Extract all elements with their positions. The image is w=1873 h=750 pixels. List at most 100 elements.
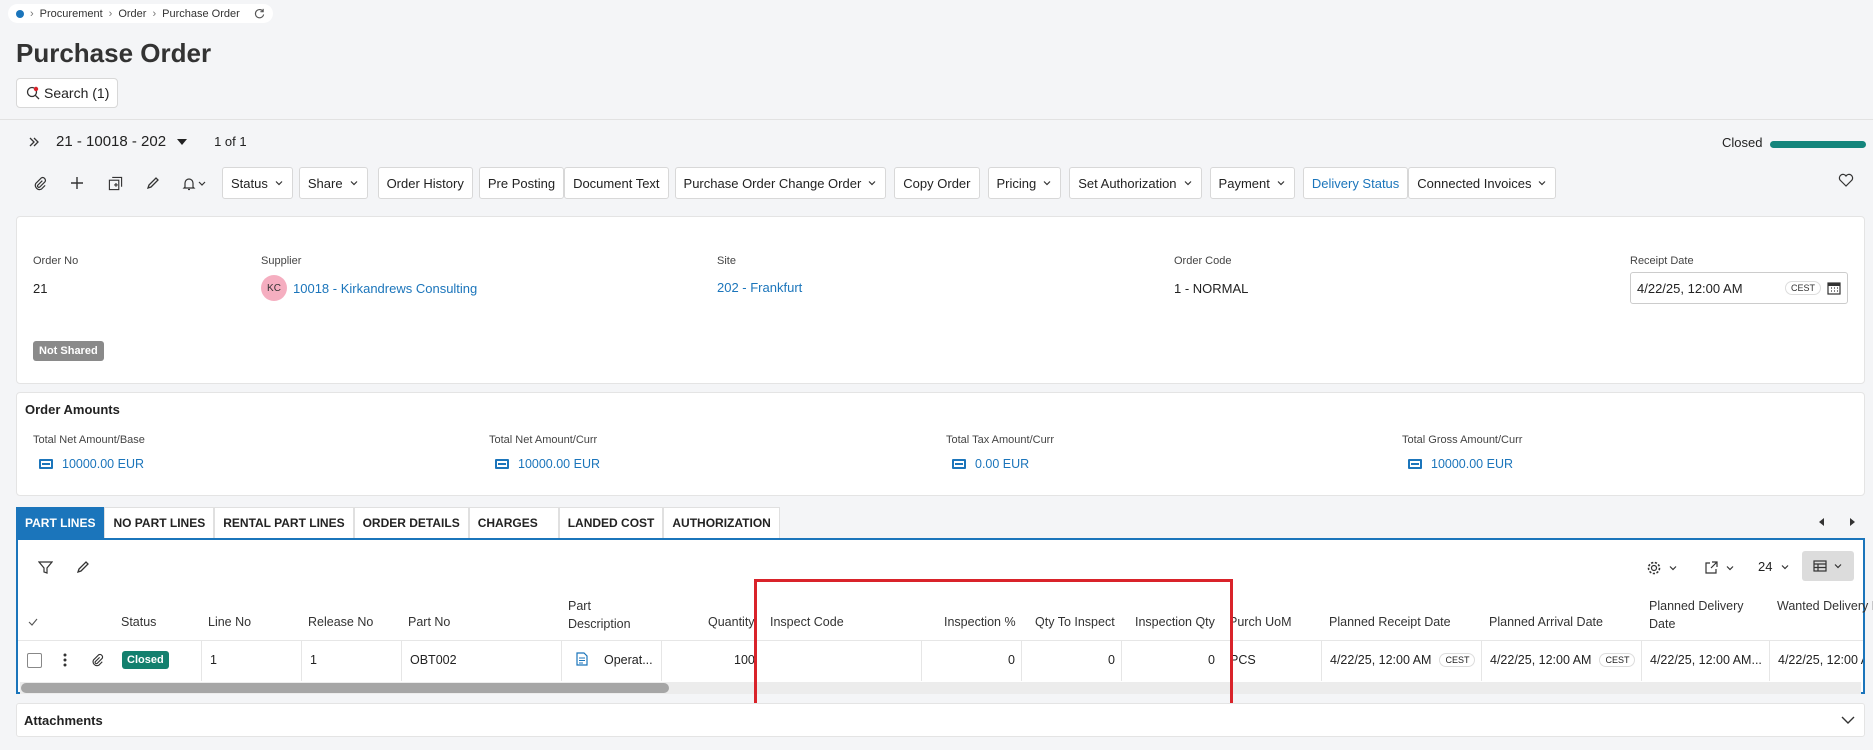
col-header-release-no[interactable]: Release No bbox=[308, 615, 373, 629]
tab-no-part-lines[interactable]: NO PART LINES bbox=[104, 507, 215, 538]
export-menu[interactable] bbox=[1704, 560, 1735, 575]
supplier-link[interactable]: 10018 - Kirkandrews Consulting bbox=[293, 281, 477, 296]
share-button[interactable]: Share bbox=[298, 167, 368, 199]
tab-scroll-right-icon[interactable] bbox=[1848, 517, 1856, 527]
supplier-label: Supplier bbox=[261, 255, 302, 267]
site-link[interactable]: 202 - Frankfurt bbox=[717, 280, 802, 295]
edit-icon[interactable] bbox=[134, 167, 172, 199]
change-order-button[interactable]: Purchase Order Change Order bbox=[674, 167, 887, 199]
col-header-part-no[interactable]: Part No bbox=[408, 615, 450, 629]
chevron-down-icon bbox=[1782, 564, 1789, 569]
filter-icon[interactable] bbox=[38, 560, 53, 575]
delivery-status-button[interactable]: Delivery Status bbox=[1302, 167, 1409, 199]
document-text-button[interactable]: Document Text bbox=[564, 167, 669, 199]
status-badge: Closed bbox=[122, 651, 169, 669]
cell-line-no: 1 bbox=[210, 653, 217, 667]
connected-invoices-button[interactable]: Connected Invoices bbox=[1408, 167, 1557, 199]
detail-tabs: PART LINES NO PART LINES RENTAL PART LIN… bbox=[16, 507, 780, 538]
search-button[interactable]: Search (1) bbox=[16, 78, 118, 108]
caret-down-icon[interactable] bbox=[176, 138, 188, 146]
attachment-icon[interactable] bbox=[20, 167, 58, 199]
settings-menu[interactable] bbox=[1646, 560, 1678, 576]
more-options-icon[interactable] bbox=[63, 653, 67, 667]
total-gross-curr-value[interactable]: 10000.00 EUR bbox=[1431, 457, 1513, 471]
duplicate-icon[interactable] bbox=[96, 167, 134, 199]
breadcrumb-order[interactable]: Order bbox=[118, 8, 146, 20]
col-header-planned-arrival-date[interactable]: Planned Arrival Date bbox=[1489, 615, 1603, 629]
timezone-badge: CEST bbox=[1439, 653, 1476, 667]
cell-part-description: Operat... bbox=[604, 653, 653, 667]
page-size-select[interactable]: 24 bbox=[1758, 559, 1790, 574]
set-authorization-button[interactable]: Set Authorization bbox=[1069, 167, 1202, 199]
money-icon bbox=[39, 459, 53, 469]
expand-icon[interactable] bbox=[28, 136, 40, 148]
highlight-box bbox=[754, 579, 1233, 710]
col-header-part-description[interactable]: Part Description bbox=[568, 597, 648, 633]
site-label: Site bbox=[717, 255, 736, 267]
tab-charges[interactable]: CHARGES bbox=[468, 507, 559, 538]
breadcrumb-procurement[interactable]: Procurement bbox=[40, 8, 103, 20]
cell-planned-arrival-date: 4/22/25, 12:00 AM bbox=[1490, 653, 1592, 667]
attachment-icon[interactable] bbox=[90, 653, 104, 667]
record-count: 1 of 1 bbox=[214, 134, 247, 149]
copy-order-button[interactable]: Copy Order bbox=[894, 167, 980, 199]
edit-icon[interactable] bbox=[76, 560, 90, 574]
cell-planned-delivery-date: 4/22/25, 12:00 AM... bbox=[1650, 653, 1762, 667]
timezone-badge: CEST bbox=[1784, 281, 1821, 295]
tab-part-lines[interactable]: PART LINES bbox=[16, 507, 105, 538]
status-progress-bar bbox=[1770, 141, 1866, 148]
col-header-purch-uom[interactable]: Purch UoM bbox=[1229, 615, 1292, 629]
row-checkbox[interactable] bbox=[27, 653, 42, 668]
pricing-button[interactable]: Pricing bbox=[987, 167, 1062, 199]
chevron-down-icon[interactable] bbox=[1841, 715, 1855, 725]
total-net-curr-value[interactable]: 10000.00 EUR bbox=[518, 457, 600, 471]
money-icon bbox=[952, 459, 966, 469]
view-mode-button[interactable] bbox=[1802, 551, 1854, 581]
breadcrumb: › Procurement › Order › Purchase Order bbox=[8, 4, 273, 23]
tab-rental-part-lines[interactable]: RENTAL PART LINES bbox=[214, 507, 354, 538]
tab-order-details[interactable]: ORDER DETAILS bbox=[353, 507, 469, 538]
cell-uom-link[interactable]: PCS bbox=[1230, 653, 1256, 667]
avatar: KC bbox=[261, 275, 287, 301]
col-header-quantity[interactable]: Quantity bbox=[708, 615, 755, 629]
cell-wanted-delivery-date: 4/22/25, 12:00 A bbox=[1778, 653, 1863, 667]
tab-scroll-left-icon[interactable] bbox=[1818, 517, 1826, 527]
select-all-checkmark-icon[interactable] bbox=[28, 618, 38, 626]
calendar-icon[interactable] bbox=[1827, 281, 1841, 295]
breadcrumb-purchase-order[interactable]: Purchase Order bbox=[162, 8, 240, 20]
chevron-right-icon: › bbox=[152, 7, 157, 20]
col-header-line-no[interactable]: Line No bbox=[208, 615, 251, 629]
total-gross-curr-label: Total Gross Amount/Curr bbox=[1402, 434, 1523, 446]
attachments-label: Attachments bbox=[24, 713, 103, 728]
pre-posting-button[interactable]: Pre Posting bbox=[478, 167, 565, 199]
add-icon[interactable] bbox=[58, 167, 96, 199]
attachments-panel[interactable]: Attachments bbox=[16, 703, 1865, 737]
col-header-planned-delivery-date[interactable]: Planned Delivery Date bbox=[1649, 597, 1759, 633]
table-view-icon bbox=[1813, 560, 1827, 572]
record-id[interactable]: 21 - 10018 - 202 bbox=[56, 133, 166, 150]
col-header-status[interactable]: Status bbox=[121, 615, 156, 629]
order-history-button[interactable]: Order History bbox=[377, 167, 473, 199]
tab-landed-cost[interactable]: LANDED COST bbox=[558, 507, 664, 538]
status-button[interactable]: Status bbox=[222, 167, 293, 199]
total-net-base-value[interactable]: 10000.00 EUR bbox=[62, 457, 144, 471]
col-header-wanted-delivery-date[interactable]: Wanted Delivery Date bbox=[1777, 597, 1873, 615]
home-icon[interactable] bbox=[16, 9, 24, 18]
horizontal-scrollbar-thumb[interactable] bbox=[21, 683, 669, 693]
cell-part-no-link[interactable]: OBT002 bbox=[410, 653, 457, 667]
payment-button[interactable]: Payment bbox=[1209, 167, 1295, 199]
total-net-base-label: Total Net Amount/Base bbox=[33, 434, 145, 446]
document-icon[interactable] bbox=[576, 652, 588, 666]
tab-authorization[interactable]: AUTHORIZATION bbox=[663, 507, 780, 538]
cell-planned-receipt-date: 4/22/25, 12:00 AM bbox=[1330, 653, 1432, 667]
chevron-down-icon bbox=[1726, 565, 1734, 570]
chevron-down-icon bbox=[1834, 564, 1842, 569]
bell-icon[interactable] bbox=[172, 167, 216, 199]
total-tax-curr-value[interactable]: 0.00 EUR bbox=[975, 457, 1029, 471]
refresh-icon[interactable] bbox=[254, 8, 265, 19]
receipt-date-field[interactable]: 4/22/25, 12:00 AM CEST bbox=[1630, 272, 1848, 304]
col-header-planned-receipt-date[interactable]: Planned Receipt Date bbox=[1329, 615, 1451, 629]
favorite-heart-icon[interactable] bbox=[1838, 173, 1854, 187]
money-icon bbox=[1408, 459, 1422, 469]
command-toolbar: Status Share Order History Pre Posting D… bbox=[20, 167, 1557, 199]
